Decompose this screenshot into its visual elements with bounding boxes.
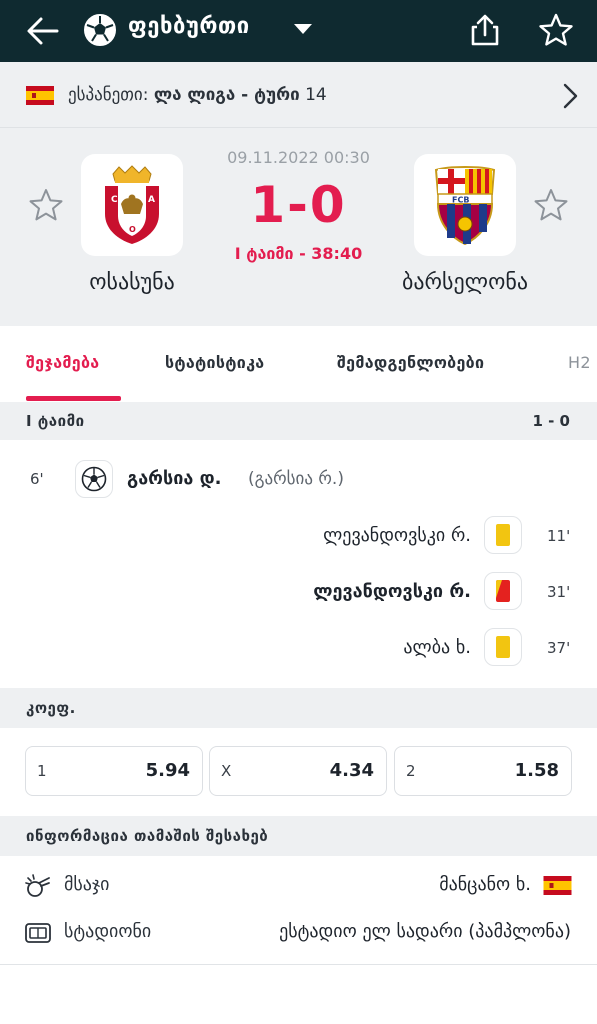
league-label: ესპანეთი: ლა ლიგა - ტური 14 xyxy=(68,85,327,105)
odds-label: კოეფ. xyxy=(26,699,76,717)
sport-selector-title[interactable]: ფეხბურთი xyxy=(128,14,250,39)
match-tabs: შეჯამება სტატისტიკა შემადგენლობები H2 xyxy=(0,326,597,402)
odds-value: 4.34 xyxy=(329,760,374,781)
yellow-card-icon-box xyxy=(484,628,522,666)
top-app-bar: ფეხბურთი xyxy=(0,0,597,62)
away-team-logo[interactable]: FCB xyxy=(414,154,516,256)
odds-away-button[interactable]: 2 1.58 xyxy=(394,746,572,796)
referee-name: მანცანო ხ. xyxy=(439,874,531,895)
tab-h2h[interactable]: H2 xyxy=(568,353,591,372)
event-minute: 11' xyxy=(547,527,571,545)
event-row-goal[interactable]: 6' გარსია დ. (გარსია რ.) xyxy=(0,452,597,508)
odds-header: კოეფ. xyxy=(0,688,597,728)
arrow-left-icon[interactable] xyxy=(24,12,62,50)
stadium-label: სტადიონი xyxy=(64,921,152,942)
chevron-right-icon[interactable] xyxy=(560,82,580,110)
divider xyxy=(0,964,597,965)
event-minute: 6' xyxy=(30,470,44,488)
yellow-card-icon-box xyxy=(484,516,522,554)
odds-home-button[interactable]: 1 5.94 xyxy=(25,746,203,796)
half-label: I ტაიმი xyxy=(26,412,85,430)
tab-statistics[interactable]: სტატისტიკა xyxy=(165,353,264,372)
match-header: C A O 09.11.2022 00:30 1-0 I ტაიმი - 38:… xyxy=(0,128,597,326)
chevron-down-icon[interactable] xyxy=(294,24,312,34)
spain-flag-icon xyxy=(543,876,572,895)
odds-value: 5.94 xyxy=(145,760,190,781)
goal-event-icon-box xyxy=(75,460,113,498)
star-outline-icon[interactable] xyxy=(538,12,574,48)
referee-label: მსაჯი xyxy=(64,874,110,895)
event-player: ლევანდოვსკი რ. xyxy=(313,581,471,602)
favorite-away-star-icon[interactable] xyxy=(533,187,569,223)
event-assist: (გარსია რ.) xyxy=(248,469,344,489)
stadium-row: სტადიონი ესტადიო ელ სადარი (პამპლონა) xyxy=(0,909,597,959)
event-row-yellow-card[interactable]: ლევანდოვსკი რ. 11' xyxy=(0,508,597,564)
whistle-icon xyxy=(25,874,50,897)
stadium-icon xyxy=(25,923,51,943)
half-header: I ტაიმი 1 - 0 xyxy=(0,402,597,440)
odds-key: 1 xyxy=(37,762,47,780)
event-row-second-yellow[interactable]: ლევანდოვსკი რ. 31' xyxy=(0,564,597,620)
league-row[interactable]: ესპანეთი: ლა ლიგა - ტური 14 xyxy=(0,62,597,128)
match-info-label: ინფორმაცია თამაშის შესახებ xyxy=(26,827,269,845)
league-name: ლა ლიგა - ტური xyxy=(153,85,300,105)
spain-flag-icon xyxy=(26,86,54,105)
away-team-name[interactable]: ბარსელონა xyxy=(365,270,565,295)
odds-key: 2 xyxy=(406,762,416,780)
event-row-yellow-card[interactable]: ალბა ხ. 37' xyxy=(0,620,597,676)
soccer-ball-icon xyxy=(81,466,107,492)
second-yellow-red-card-icon xyxy=(496,580,510,602)
yellow-card-icon xyxy=(496,636,510,658)
tab-lineups[interactable]: შემადგენლობები xyxy=(337,353,484,372)
league-country: ესპანეთი: xyxy=(68,85,149,105)
share-icon[interactable] xyxy=(468,12,502,48)
fc-barcelona-crest-icon: FCB xyxy=(434,166,496,246)
odds-key: X xyxy=(221,762,232,780)
tab-summary[interactable]: შეჯამება xyxy=(26,353,99,372)
league-round: 14 xyxy=(305,85,327,105)
match-info-header: ინფორმაცია თამაშის შესახებ xyxy=(0,816,597,856)
odds-value: 1.58 xyxy=(514,760,559,781)
event-player: გარსია დ. xyxy=(127,468,222,489)
second-yellow-red-card-icon-box xyxy=(484,572,522,610)
event-minute: 31' xyxy=(547,583,571,601)
soccer-ball-icon[interactable] xyxy=(82,12,118,48)
event-player: ლევანდოვსკი რ. xyxy=(323,525,471,546)
event-minute: 37' xyxy=(547,639,571,657)
referee-row: მსაჯი მანცანო ხ. xyxy=(0,862,597,912)
active-tab-indicator xyxy=(26,396,121,401)
half-score: 1 - 0 xyxy=(532,412,570,430)
odds-draw-button[interactable]: X 4.34 xyxy=(209,746,387,796)
home-team-name[interactable]: ოსასუნა xyxy=(32,270,232,295)
event-player: ალბა ხ. xyxy=(403,637,471,658)
stadium-name: ესტადიო ელ სადარი (პამპლონა) xyxy=(279,921,571,942)
yellow-card-icon xyxy=(496,524,510,546)
